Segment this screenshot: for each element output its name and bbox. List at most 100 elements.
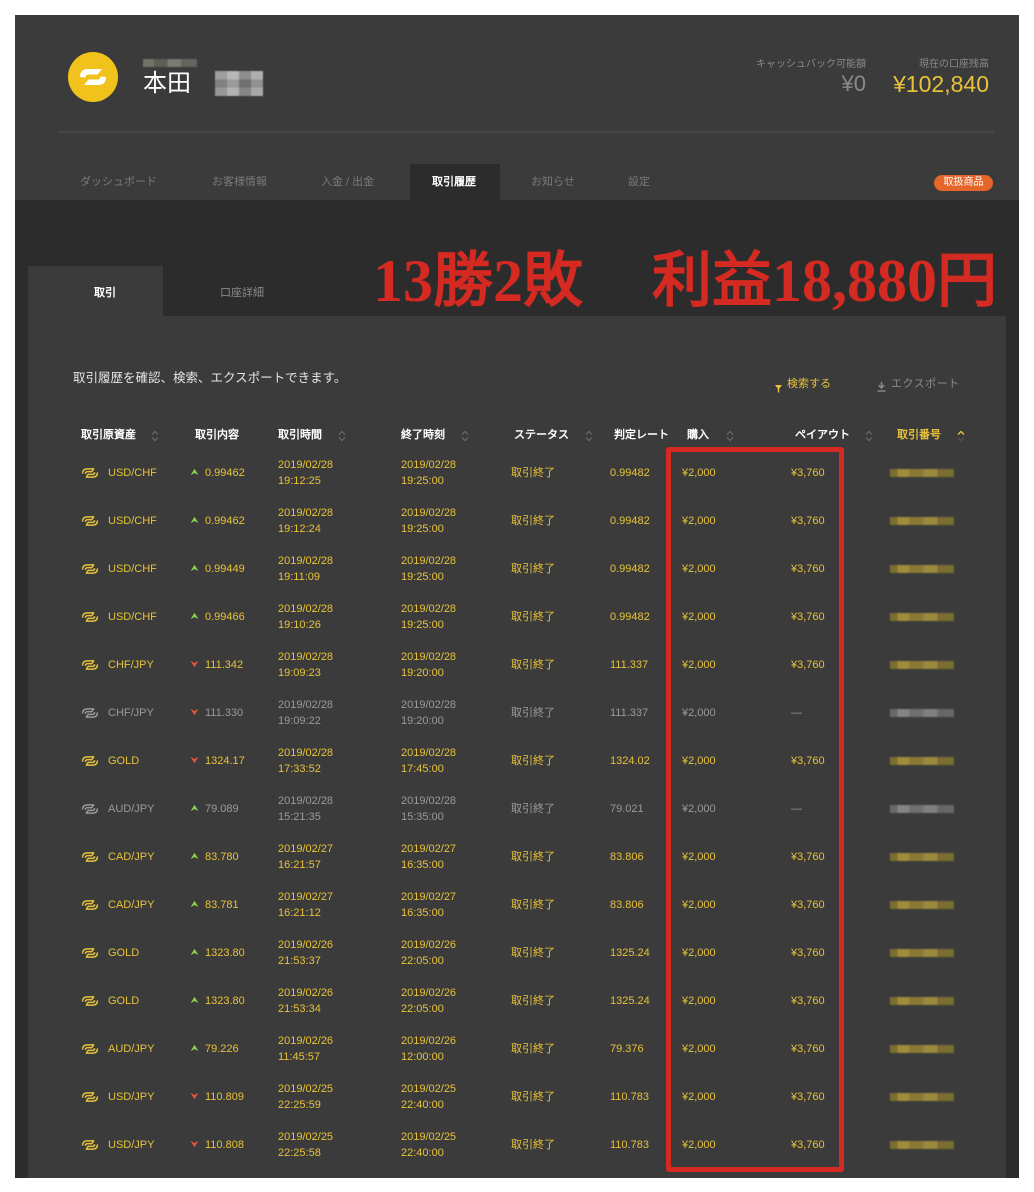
sort-ascending-icon[interactable]: [957, 429, 965, 442]
column-header-status[interactable]: ステータス: [514, 428, 569, 442]
trade-time: 2019/02/26 11:45:57: [278, 1033, 333, 1065]
end-time: 2019/02/28 15:35:00: [401, 793, 456, 825]
asset-pair-icon: [80, 467, 100, 479]
filter-icon[interactable]: [775, 380, 782, 393]
asset-name: CAD/JPY: [108, 899, 155, 911]
trade-clock: 19:10:26: [278, 619, 321, 631]
trade-date: 2019/02/26: [278, 1035, 334, 1047]
arrow-up-icon: [190, 564, 199, 572]
trade-date: 2019/02/27: [278, 843, 334, 855]
sort-icon[interactable]: [151, 429, 159, 442]
annotation-highlight-box: [666, 447, 844, 1172]
tab-customer-info[interactable]: お客様情報: [212, 175, 267, 189]
trade-clock: 15:21:35: [278, 811, 321, 823]
end-clock: 19:25:00: [401, 475, 444, 487]
table-row: AUD/JPY 79.089 2019/02/28 15:21:35 2019/02/2…: [28, 785, 1006, 833]
table-row: CHF/JPY 111.342 2019/02/28 19:09:23 2019/02/…: [28, 641, 1006, 689]
asset-name: USD/JPY: [108, 1139, 155, 1151]
trade-time: 2019/02/26 21:53:37: [278, 937, 333, 969]
trade-id-redacted: [890, 1045, 954, 1053]
redacted-account-id: [143, 59, 197, 67]
column-header-purchase[interactable]: 購入: [687, 428, 709, 442]
entry-rate: 110.808: [205, 1139, 244, 1151]
arrow-up-icon: [190, 1044, 199, 1052]
entry-rate: 83.780: [205, 851, 239, 863]
trade-clock: 16:21:12: [278, 907, 321, 919]
arrow-down-icon: [190, 708, 199, 716]
trade-clock: 19:12:24: [278, 523, 321, 535]
sort-icon[interactable]: [865, 429, 873, 442]
subtab-trades[interactable]: 取引: [28, 266, 163, 316]
asset-pair-icon: [80, 611, 100, 623]
trade-time: 2019/02/28 19:11:09: [278, 553, 333, 585]
redacted-given-name: [215, 71, 263, 96]
sort-icon[interactable]: [338, 429, 346, 442]
asset-name: CAD/JPY: [108, 851, 155, 863]
trade-id-redacted: [890, 901, 954, 909]
judge-rate: 0.99482: [610, 515, 650, 527]
column-header-payout[interactable]: ペイアウト: [795, 428, 850, 442]
table-row: GOLD 1324.17 2019/02/28 17:33:52 2019/02/28 1…: [28, 737, 1006, 785]
table-row: CHF/JPY 111.330 2019/02/28 19:09:22 2019/02/…: [28, 689, 1006, 737]
table-row: USD/CHF 0.99462 2019/02/28 19:12:24 2019/02/…: [28, 497, 1006, 545]
cashback-value: ¥0: [841, 71, 866, 96]
column-header-end-time[interactable]: 終了時刻: [401, 428, 445, 442]
trade-clock: 19:11:09: [278, 571, 321, 583]
status-text: 取引終了: [511, 1091, 555, 1103]
tab-deposit-withdraw[interactable]: 入金 / 出金: [321, 175, 374, 189]
products-badge-button[interactable]: 取扱商品: [934, 175, 993, 191]
entry-rate: 0.99466: [205, 611, 245, 623]
trade-date: 2019/02/25: [278, 1131, 334, 1143]
trade-history-panel: 取引履歴を確認、検索、エクスポートできます。 検索する エクスポート 取引原資産…: [28, 316, 1006, 1178]
sort-icon[interactable]: [726, 429, 734, 442]
tab-trade-history[interactable]: 取引履歴: [432, 175, 476, 189]
tab-settings[interactable]: 設定: [628, 175, 650, 189]
trade-time: 2019/02/28 17:33:52: [278, 745, 333, 777]
arrow-down-icon: [190, 756, 199, 764]
arrow-up-icon: [190, 516, 199, 524]
end-time: 2019/02/25 22:40:00: [401, 1129, 456, 1161]
brand-logo-icon[interactable]: [68, 52, 118, 102]
end-date: 2019/02/25: [401, 1083, 457, 1095]
trade-date: 2019/02/28: [278, 651, 334, 663]
sort-icon[interactable]: [461, 429, 469, 442]
trade-time: 2019/02/28 19:12:24: [278, 505, 333, 537]
subtab-account-details[interactable]: 口座詳細: [220, 286, 264, 300]
end-time: 2019/02/27 16:35:00: [401, 841, 456, 873]
judge-rate: 1325.24: [610, 947, 650, 959]
app-window: 本田 キャッシュバック可能額 ¥0 現在の口座残高 ¥102,840 ダッシュボ…: [15, 15, 1019, 1178]
tab-dashboard[interactable]: ダッシュボード: [80, 175, 157, 189]
status-text: 取引終了: [511, 947, 555, 959]
end-clock: 22:05:00: [401, 1003, 444, 1015]
end-date: 2019/02/28: [401, 507, 457, 519]
status-text: 取引終了: [511, 611, 555, 623]
column-header-trade-time[interactable]: 取引時間: [278, 428, 322, 442]
arrow-up-icon: [190, 852, 199, 860]
trade-time: 2019/02/25 22:25:59: [278, 1081, 333, 1113]
table-row: USD/JPY 110.809 2019/02/25 22:25:59 2019/02/…: [28, 1073, 1006, 1121]
status-text: 取引終了: [511, 1139, 555, 1151]
asset-name: USD/CHF: [108, 611, 157, 623]
asset-name: GOLD: [108, 995, 140, 1007]
trade-time: 2019/02/28 19:09:23: [278, 649, 333, 681]
trade-id-redacted: [890, 613, 954, 621]
entry-rate: 110.809: [205, 1091, 244, 1103]
export-button[interactable]: エクスポート: [891, 378, 960, 390]
trade-id-redacted: [890, 1141, 954, 1149]
trade-id-redacted: [890, 949, 954, 957]
column-header-asset[interactable]: 取引原資産: [81, 428, 136, 442]
trade-time: 2019/02/27 16:21:12: [278, 889, 333, 921]
column-header-trade-number[interactable]: 取引番号: [897, 428, 941, 442]
end-time: 2019/02/26 22:05:00: [401, 985, 456, 1017]
trade-id-redacted: [890, 757, 954, 765]
arrow-up-icon: [190, 468, 199, 476]
entry-rate: 1323.80: [205, 947, 245, 959]
end-clock: 16:35:00: [401, 907, 444, 919]
download-icon[interactable]: [877, 379, 886, 392]
trade-time: 2019/02/28 19:10:26: [278, 601, 333, 633]
sort-icon[interactable]: [585, 429, 593, 442]
trade-clock: 22:25:58: [278, 1147, 321, 1159]
tab-notices[interactable]: お知らせ: [531, 175, 575, 189]
search-button[interactable]: 検索する: [787, 378, 831, 390]
end-clock: 22:40:00: [401, 1147, 444, 1159]
